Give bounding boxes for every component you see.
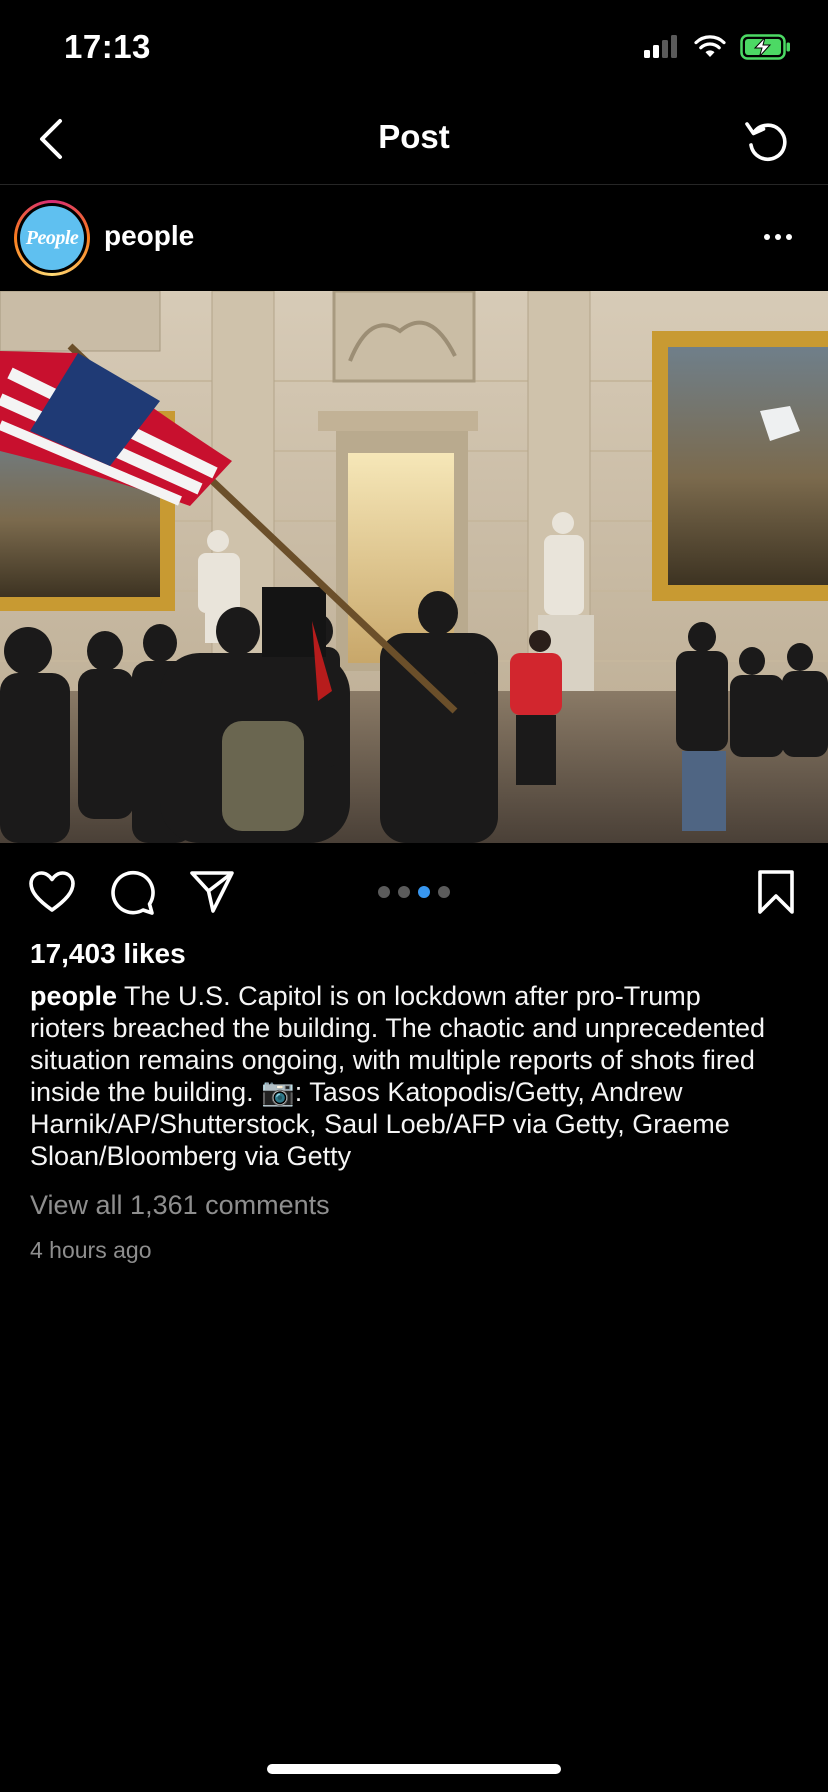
- more-horizontal-icon: [764, 234, 770, 240]
- home-indicator[interactable]: [267, 1764, 561, 1774]
- post-photo[interactable]: [0, 291, 828, 843]
- likes-count[interactable]: 17,403 likes: [30, 938, 186, 970]
- post-header: People people: [0, 185, 828, 291]
- caption-username[interactable]: people: [30, 981, 117, 1011]
- wifi-icon: [694, 35, 726, 64]
- post-username[interactable]: people: [104, 220, 194, 252]
- bookmark-icon: [758, 870, 794, 914]
- signal-icon: [644, 35, 680, 64]
- nav-bar: Post: [0, 96, 828, 185]
- carousel-dot: [398, 886, 410, 898]
- heart-icon: [29, 871, 75, 912]
- page-title: Post: [378, 118, 450, 155]
- avatar: People: [20, 206, 84, 270]
- share-button[interactable]: [186, 866, 238, 918]
- carousel-dot: [438, 886, 450, 898]
- like-button[interactable]: [26, 866, 78, 918]
- post-photo-illustration: [0, 291, 828, 843]
- status-time: 17:13: [64, 28, 151, 65]
- view-comments-link[interactable]: View all 1,361 comments: [30, 1190, 330, 1221]
- status-icons: [644, 34, 792, 65]
- status-bar: 17:13: [0, 0, 828, 96]
- carousel-dot-active: [418, 886, 430, 898]
- battery-charging-icon: [740, 34, 792, 65]
- action-row: [0, 858, 828, 924]
- save-button[interactable]: [750, 866, 802, 918]
- avatar-story-ring[interactable]: People: [14, 200, 90, 276]
- comment-icon: [111, 870, 155, 915]
- post-timestamp: 4 hours ago: [30, 1237, 152, 1263]
- refresh-icon: [745, 122, 787, 162]
- carousel-indicator: [378, 886, 450, 898]
- share-icon: [190, 871, 234, 913]
- carousel-dot: [378, 886, 390, 898]
- post-caption: people The U.S. Capitol is on lockdown a…: [30, 980, 770, 1172]
- more-options-button[interactable]: [752, 215, 804, 259]
- refresh-button[interactable]: [740, 114, 794, 168]
- comment-button[interactable]: [106, 866, 158, 918]
- caption-text: The U.S. Capitol is on lockdown after pr…: [30, 981, 766, 1171]
